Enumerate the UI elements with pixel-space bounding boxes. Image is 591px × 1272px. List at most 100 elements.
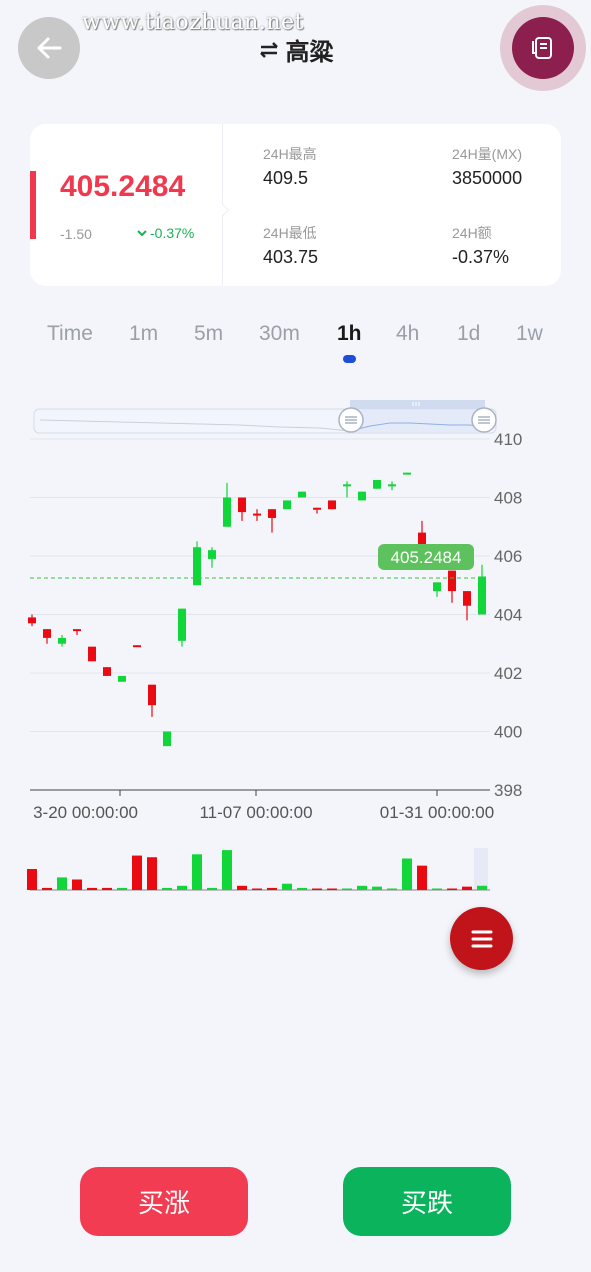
volume-bar <box>417 865 427 890</box>
volume-bar <box>477 885 487 890</box>
kline-chart[interactable]: 410 408 406 404 402 400 398 405.2484 3-20 00:0… <box>0 390 591 910</box>
volume-bar <box>132 855 142 890</box>
candle-body <box>118 675 126 682</box>
candle-body <box>58 637 66 644</box>
price-label-text: 405.2484 <box>391 548 462 567</box>
x-axis: 3-20 00:00:00 11-07 00:00:00 01-31 00:00:0… <box>30 789 494 822</box>
volume-bar <box>372 886 382 890</box>
candle-body <box>328 500 336 510</box>
candle-body <box>28 617 36 624</box>
candle-body <box>283 500 291 510</box>
volume-bar <box>57 877 67 890</box>
tab-4h[interactable]: 4h <box>396 322 419 346</box>
tab-1w[interactable]: 1w <box>516 322 543 346</box>
candle-body <box>223 497 231 527</box>
price-card: 405.2484 -1.50 -0.37% 24H最高 409.5 24H量(M… <box>30 124 561 286</box>
zoom-handle-left[interactable] <box>338 407 364 433</box>
volume-bar <box>87 887 97 890</box>
candle-body <box>253 513 261 516</box>
candle-body <box>148 684 156 706</box>
candle-body <box>163 731 171 747</box>
tab-1d[interactable]: 1d <box>457 322 480 346</box>
y-tick-label: 402 <box>494 664 522 683</box>
volume-bar <box>72 879 82 890</box>
candle-body <box>463 591 471 606</box>
candle-body <box>343 484 351 487</box>
candle-body <box>238 497 246 513</box>
candle-body <box>298 491 306 498</box>
document-icon <box>532 37 552 59</box>
high-value: 409.5 <box>263 168 309 188</box>
volume-highlight <box>474 848 488 890</box>
volume-value: 3850000 <box>452 168 523 188</box>
y-tick-label: 400 <box>494 723 522 742</box>
current-price-line: 405.2484 <box>30 543 486 579</box>
volume-bar <box>402 858 412 890</box>
chevron-down-icon <box>137 230 147 237</box>
swap-arrows-icon <box>259 41 278 58</box>
x-tick-label: 3-20 00:00:00 <box>33 803 138 822</box>
price-change-pct: -0.37% <box>136 225 194 241</box>
volume-bar <box>252 888 262 890</box>
zoom-handle-right[interactable] <box>471 407 497 433</box>
high-label: 24H最高 <box>263 146 317 162</box>
candle-body <box>388 484 396 487</box>
tab-1h[interactable]: 1h <box>337 322 362 346</box>
candle-body <box>478 576 486 615</box>
candle-body <box>133 645 141 648</box>
volume-bar <box>267 887 277 890</box>
candle-body <box>103 667 111 676</box>
y-tick-label: 410 <box>494 430 522 449</box>
x-tick-label: 01-31 00:00:00 <box>380 803 494 822</box>
buy-down-button[interactable]: 买跌 <box>343 1167 511 1236</box>
volume-bar <box>42 887 52 890</box>
kline-svg[interactable]: 410 408 406 404 402 400 398 405.2484 3-20 00:0… <box>0 390 591 910</box>
volume-bar <box>312 888 322 890</box>
volume-bar <box>327 888 337 890</box>
tab-1m[interactable]: 1m <box>129 322 158 346</box>
chart-menu-button[interactable] <box>450 907 513 970</box>
active-tab-indicator <box>343 355 356 363</box>
buy-up-button[interactable]: 买涨 <box>80 1167 248 1236</box>
candle-body <box>403 472 411 475</box>
volume-bar <box>282 883 292 890</box>
y-tick-label: 408 <box>494 489 522 508</box>
interval-tabs: Time 1m 5m 30m 1h 4h 1d 1w <box>0 322 591 372</box>
y-tick-label: 404 <box>494 606 522 625</box>
y-tick-label: 398 <box>494 781 522 800</box>
candle-body <box>193 547 201 586</box>
volume-bar <box>357 885 367 890</box>
volume-bar <box>222 850 232 890</box>
volume-bars <box>27 848 490 891</box>
volume-bar <box>447 888 457 890</box>
candles <box>28 472 486 747</box>
candle-body <box>433 582 441 592</box>
volume-bar <box>342 888 352 890</box>
volume-bar <box>432 888 442 890</box>
candle-body <box>373 479 381 489</box>
volume-bar <box>192 854 202 890</box>
x-tick-label: 11-07 00:00:00 <box>199 803 312 822</box>
tab-5m[interactable]: 5m <box>194 322 223 346</box>
volume-bar <box>207 887 217 890</box>
tab-30m[interactable]: 30m <box>259 322 300 346</box>
orders-button[interactable] <box>500 5 586 91</box>
candle-body <box>268 509 276 518</box>
candle-body <box>73 629 81 632</box>
candle-body <box>88 646 96 662</box>
volume-bar <box>462 886 472 890</box>
volume-bar <box>177 885 187 890</box>
low-label: 24H最低 <box>263 225 317 241</box>
card-divider-notch <box>214 202 230 218</box>
candle-body <box>208 550 216 559</box>
volume-bar <box>102 887 112 890</box>
candle-body <box>43 629 51 638</box>
price-accent-bar <box>30 171 36 239</box>
volume-bar <box>387 888 397 890</box>
y-tick-label: 406 <box>494 547 522 566</box>
candle-body <box>448 570 456 592</box>
zoom-navigator[interactable] <box>33 400 497 434</box>
amount-value: -0.37% <box>452 247 510 267</box>
volume-bar <box>297 887 307 890</box>
tab-time[interactable]: Time <box>47 322 93 346</box>
